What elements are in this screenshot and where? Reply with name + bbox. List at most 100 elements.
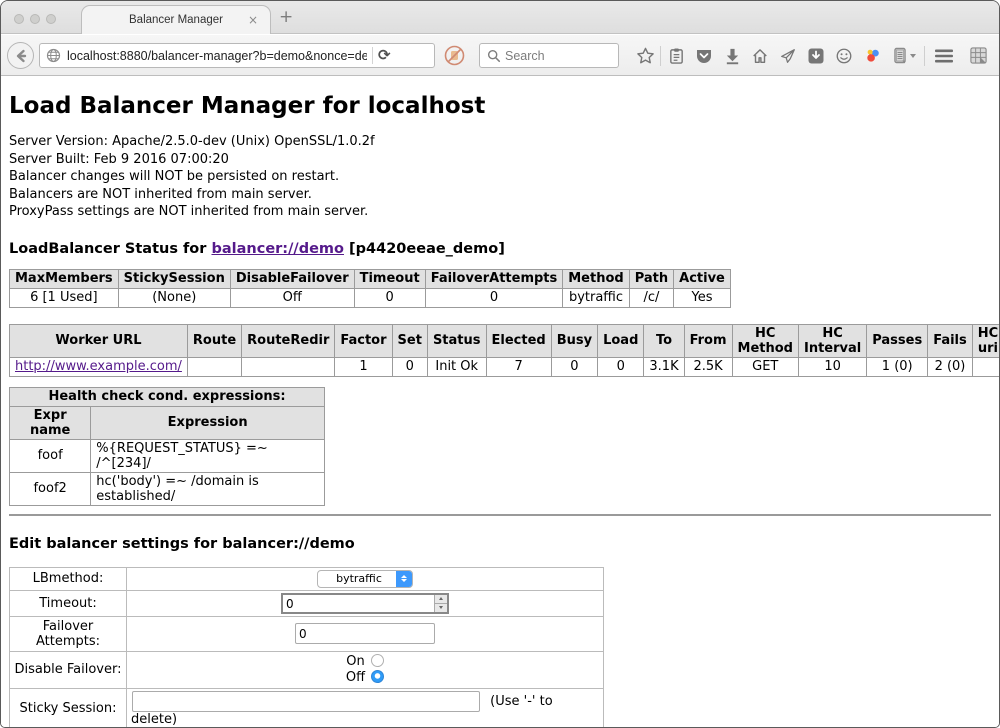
table-cell: 0 bbox=[354, 288, 425, 307]
column-header: DisableFailover bbox=[230, 269, 354, 288]
radio-on-label: On bbox=[346, 654, 364, 669]
search-icon bbox=[487, 49, 501, 63]
table-cell: 6 [1 Used] bbox=[10, 288, 119, 307]
timeout-value: 0 bbox=[283, 595, 434, 612]
worker-url-cell: http://www.example.com/ bbox=[10, 357, 188, 376]
window-controls bbox=[14, 14, 56, 24]
timeout-label: Timeout: bbox=[10, 590, 127, 616]
balancer-demo-link[interactable]: balancer://demo bbox=[211, 241, 344, 257]
table-cell: 10 bbox=[798, 357, 866, 376]
back-arrow-icon bbox=[13, 48, 29, 64]
feedback-smiley-icon[interactable] bbox=[830, 35, 858, 76]
table-cell: Yes bbox=[674, 288, 731, 307]
new-tab-button[interactable]: + bbox=[279, 7, 293, 27]
navigation-toolbar: localhost:8880/balancer-manager?b=demo&n… bbox=[1, 35, 999, 76]
lbmethod-select[interactable]: bytraffic bbox=[317, 570, 413, 588]
radio-off-label: Off bbox=[346, 670, 365, 685]
back-button[interactable] bbox=[7, 42, 34, 69]
status-heading-suffix: [p4420eeae_demo] bbox=[344, 241, 505, 257]
url-bar[interactable]: localhost:8880/balancer-manager?b=demo&n… bbox=[39, 43, 435, 68]
chevron-down-icon[interactable] bbox=[910, 54, 916, 58]
column-header: Elected bbox=[486, 324, 551, 357]
table-cell: GET bbox=[732, 357, 798, 376]
balancer-status-table: MaxMembersStickySessionDisableFailoverTi… bbox=[9, 269, 731, 308]
page-title: Load Balancer Manager for localhost bbox=[9, 93, 991, 119]
close-tab-icon[interactable]: × bbox=[248, 13, 258, 27]
column-header: To bbox=[644, 324, 684, 357]
expr-value-cell: %{REQUEST_STATUS} =~ /^[234]/ bbox=[91, 439, 325, 472]
column-header: Active bbox=[674, 269, 731, 288]
sticky-session-input[interactable] bbox=[132, 691, 480, 712]
column-header: Status bbox=[427, 324, 486, 357]
urlbar-divider bbox=[372, 47, 373, 64]
loadbalancer-status-heading: LoadBalancer Status for balancer://demo … bbox=[9, 241, 991, 257]
table-cell: 0 bbox=[392, 357, 427, 376]
table-cell: 0 bbox=[598, 357, 644, 376]
worker-status-table: Worker URLRouteRouteRedirFactorSetStatus… bbox=[9, 324, 999, 377]
colored-dots-extension-icon[interactable] bbox=[858, 35, 886, 76]
browser-window: Balancer Manager × + localhost:8880/bala… bbox=[0, 0, 1000, 728]
table-cell: Init Ok bbox=[427, 357, 486, 376]
server-info: Server Version: Apache/2.5.0-dev (Unix) … bbox=[9, 133, 991, 221]
health-row: foof %{REQUEST_STATUS} =~ /^[234]/ bbox=[10, 439, 325, 472]
lbmethod-label: LBmethod: bbox=[10, 567, 127, 590]
column-header: Busy bbox=[551, 324, 597, 357]
search-bar[interactable]: Search bbox=[479, 43, 619, 68]
column-header: StickySession bbox=[118, 269, 230, 288]
text-line: ProxyPass settings are NOT inherited fro… bbox=[9, 203, 991, 221]
timeout-input[interactable]: 0 bbox=[281, 593, 449, 614]
page-content: Load Balancer Manager for localhost Serv… bbox=[1, 77, 999, 727]
screenshot-grid-icon[interactable] bbox=[964, 35, 992, 76]
table-cell: 1 bbox=[335, 357, 392, 376]
toolbar-icons bbox=[631, 35, 992, 76]
table-cell bbox=[187, 357, 241, 376]
column-header: Path bbox=[629, 269, 673, 288]
download-icon[interactable] bbox=[718, 35, 746, 76]
table-cell: (None) bbox=[118, 288, 230, 307]
health-row: foof2 hc('body') =~ /domain is establish… bbox=[10, 472, 325, 505]
table-cell: 7 bbox=[486, 357, 551, 376]
table-cell bbox=[972, 357, 999, 376]
sticky-session-label: Sticky Session: bbox=[10, 688, 127, 727]
table-cell: 2.5K bbox=[684, 357, 732, 376]
browser-tab[interactable]: Balancer Manager × bbox=[81, 5, 271, 34]
content-blocked-icon[interactable] bbox=[444, 45, 465, 66]
table-cell: bytraffic bbox=[563, 288, 629, 307]
toolbar-divider bbox=[924, 46, 925, 66]
table-cell: /c/ bbox=[629, 288, 673, 307]
health-check-table: Health check cond. expressions: Expr nam… bbox=[9, 387, 325, 506]
expr-name-cell: foof bbox=[10, 439, 91, 472]
column-header: From bbox=[684, 324, 732, 357]
table-cell bbox=[242, 357, 335, 376]
close-window-button[interactable] bbox=[14, 14, 24, 24]
balancer-header-row: MaxMembersStickySessionDisableFailoverTi… bbox=[10, 269, 731, 288]
number-spinner-icon[interactable] bbox=[434, 595, 447, 612]
column-header: Set bbox=[392, 324, 427, 357]
worker-url-link[interactable]: http://www.example.com/ bbox=[15, 359, 182, 374]
disable-failover-label: Disable Failover: bbox=[10, 651, 127, 688]
table-cell: 0 bbox=[425, 288, 563, 307]
balancer-data-row: 6 [1 Used](None)Off00bytraffic/c/Yes bbox=[10, 288, 731, 307]
reading-list-icon[interactable] bbox=[662, 35, 690, 76]
save-to-device-icon[interactable] bbox=[802, 35, 830, 76]
send-page-icon[interactable] bbox=[774, 35, 802, 76]
bookmark-star-icon[interactable] bbox=[631, 35, 659, 76]
pocket-icon[interactable] bbox=[690, 35, 718, 76]
table-cell: 3.1K bbox=[644, 357, 684, 376]
column-header: Method bbox=[563, 269, 629, 288]
table-cell: 2 (0) bbox=[928, 357, 973, 376]
minimize-window-button[interactable] bbox=[30, 14, 40, 24]
zoom-window-button[interactable] bbox=[46, 14, 56, 24]
radio-on[interactable] bbox=[371, 654, 384, 667]
failover-attempts-input[interactable] bbox=[295, 623, 435, 644]
menu-hamburger-icon[interactable] bbox=[930, 35, 958, 76]
url-text[interactable]: localhost:8880/balancer-manager?b=demo&n… bbox=[67, 49, 367, 63]
column-header: FailoverAttempts bbox=[425, 269, 563, 288]
tab-title: Balancer Manager bbox=[129, 14, 223, 26]
status-heading-prefix: LoadBalancer Status for bbox=[9, 241, 211, 257]
section-divider bbox=[9, 514, 991, 516]
worker-header-row: Worker URLRouteRouteRedirFactorSetStatus… bbox=[10, 324, 1000, 357]
home-icon[interactable] bbox=[746, 35, 774, 76]
reload-button[interactable]: ⟳ bbox=[378, 48, 391, 63]
radio-off[interactable] bbox=[371, 670, 384, 683]
